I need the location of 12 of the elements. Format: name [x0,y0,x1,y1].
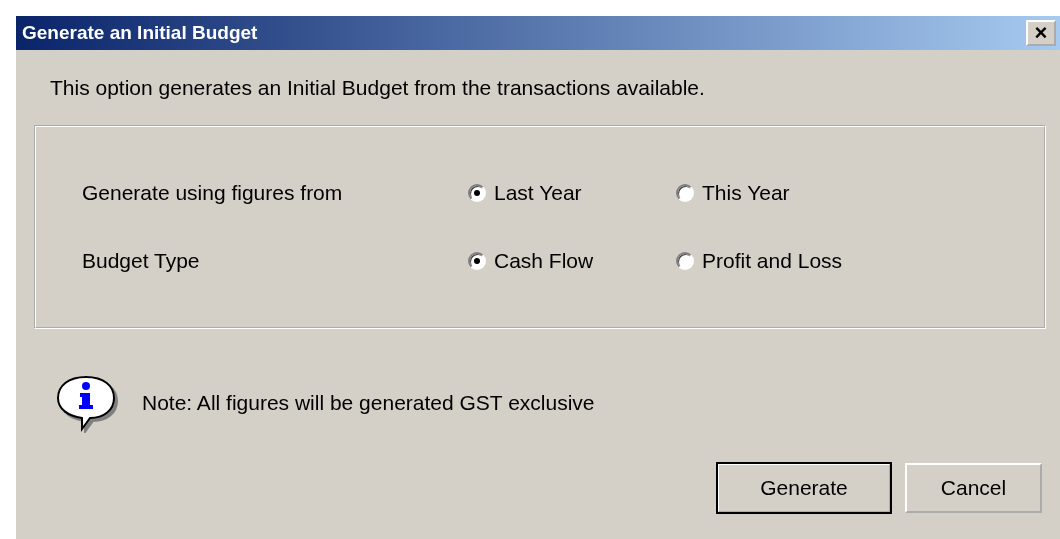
radio-option[interactable]: Cash Flow [468,249,676,273]
option-label: Generate using figures from [82,181,344,205]
cancel-button[interactable]: Cancel [905,463,1042,513]
close-button[interactable]: × [1026,20,1056,46]
option-label: Budget Type [82,249,201,273]
radio-option[interactable]: Last Year [468,181,676,205]
intro-text: This option generates an Initial Budget from the transactions available. [50,76,706,100]
generate-button[interactable]: Generate [717,463,891,513]
note-text: Note: All figures will be generated GST exclusive [142,391,595,415]
radio-option[interactable]: Profit and Loss [676,249,884,273]
radio-option[interactable]: This Year [676,181,884,205]
window-title: Generate an Initial Budget [22,22,258,44]
